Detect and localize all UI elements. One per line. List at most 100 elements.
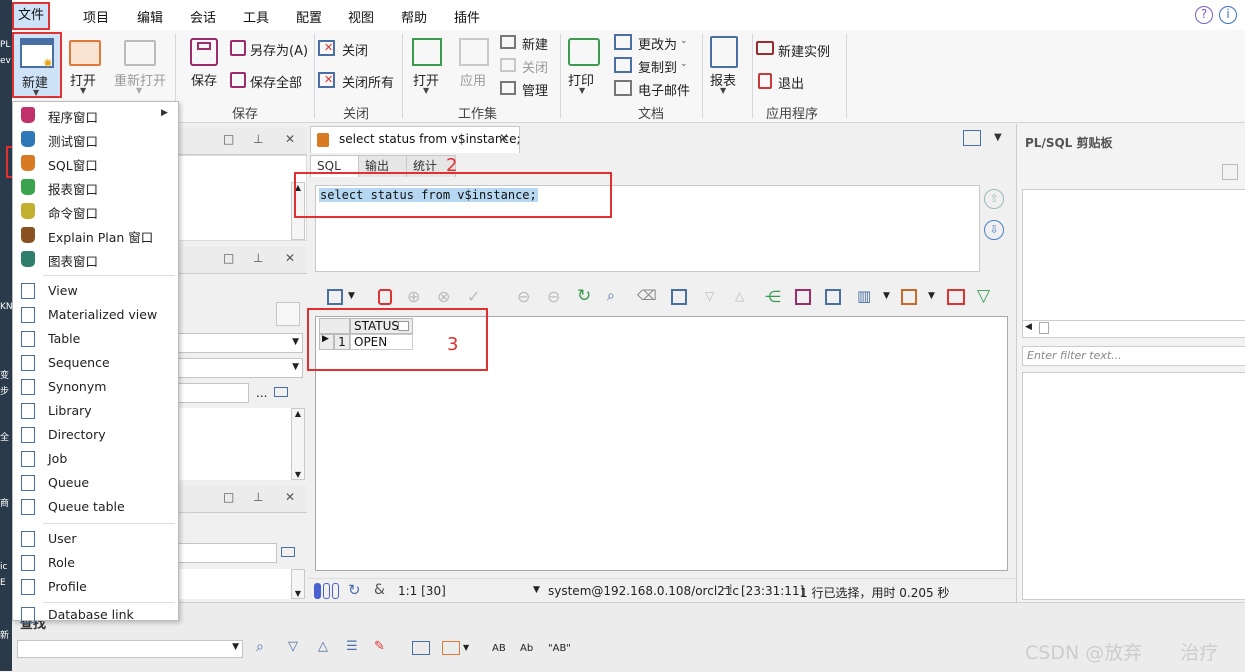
binoculars-icon[interactable]: ⌕: [607, 288, 615, 304]
sql-document-tab[interactable]: select status from v$instance; ✕: [310, 126, 521, 153]
menu-item-explain-plan[interactable]: Explain Plan 窗口: [13, 224, 176, 246]
menu-file[interactable]: 文件: [12, 2, 51, 30]
pin-icon[interactable]: ⊥: [253, 490, 263, 504]
menu-item-job[interactable]: Job: [13, 448, 176, 470]
connection-info[interactable]: system@192.168.0.108/orcl21c: [548, 584, 739, 598]
close-icon[interactable]: ✕: [285, 251, 295, 265]
link-icon[interactable]: ⋲: [765, 287, 781, 306]
menu-tools[interactable]: 工具: [243, 7, 269, 26]
menu-item-test-window[interactable]: 测试窗口: [13, 128, 176, 150]
change-to-button[interactable]: 更改为 ⌄: [614, 32, 696, 53]
menu-item-command-window[interactable]: 命令窗口: [13, 200, 176, 222]
workspace-new-button[interactable]: 新建: [500, 32, 560, 53]
refresh-icon[interactable]: ↻: [348, 581, 361, 599]
find-window-icon[interactable]: [412, 641, 430, 655]
chevron-down-icon[interactable]: ▼: [463, 643, 469, 652]
menu-item-materialized-view[interactable]: Materialized view: [13, 304, 176, 326]
binoculars-icon[interactable]: ⌕: [256, 639, 264, 655]
menu-item-view[interactable]: View: [13, 280, 176, 302]
menu-item-directory[interactable]: Directory: [13, 424, 176, 446]
pin-icon[interactable]: ⊥: [253, 251, 263, 265]
close-button[interactable]: ✕ 关闭: [318, 38, 398, 59]
filter-input[interactable]: Enter filter text...: [1022, 346, 1245, 366]
help-icon[interactable]: ?: [1195, 6, 1213, 24]
bar-chart-icon[interactable]: ▥: [857, 287, 871, 305]
ampersand-icon[interactable]: &: [374, 582, 385, 598]
menu-item-chart-window[interactable]: 图表窗口: [13, 248, 176, 270]
chevron-down-icon[interactable]: ▼: [928, 291, 935, 301]
menu-item-database-link[interactable]: Database link: [13, 604, 176, 626]
pivot-icon[interactable]: [901, 289, 917, 305]
refresh-icon[interactable]: ↻: [577, 286, 591, 306]
vertical-scrollbar[interactable]: ▲ ▼: [291, 408, 305, 480]
menu-item-sql-window[interactable]: SQL窗口: [13, 152, 176, 174]
menu-project[interactable]: 项目: [83, 7, 109, 26]
tab-close-icon[interactable]: ✕: [499, 131, 509, 145]
report-button[interactable]: 报表 ▼: [706, 32, 746, 98]
single-record-icon[interactable]: [671, 289, 687, 305]
chevron-down-icon[interactable]: ▼: [533, 585, 540, 595]
workspace-close-button[interactable]: 关闭: [500, 55, 560, 76]
post-changes-icon[interactable]: ✓: [467, 287, 480, 306]
window-list-icon[interactable]: [963, 130, 981, 146]
menu-plugins[interactable]: 插件: [454, 7, 480, 26]
find-bar-input[interactable]: ▼: [17, 640, 243, 658]
export-icon[interactable]: [795, 289, 811, 305]
chevron-down-icon[interactable]: ▼: [883, 291, 890, 301]
menu-item-library[interactable]: Library: [13, 400, 176, 422]
open-button[interactable]: 打开 ▼: [64, 32, 108, 98]
chevron-down-icon[interactable]: ▼: [348, 291, 355, 301]
filter-icon[interactable]: ▽: [977, 286, 990, 306]
restore-icon[interactable]: □: [223, 132, 234, 146]
menu-help[interactable]: 帮助: [401, 7, 427, 26]
menu-item-synonym[interactable]: Synonym: [13, 376, 176, 398]
close-icon[interactable]: ✕: [285, 490, 295, 504]
horizontal-scrollbar[interactable]: ◀: [1022, 320, 1245, 338]
menu-item-queue[interactable]: Queue: [13, 472, 176, 494]
add-row-icon[interactable]: ⊕: [407, 287, 420, 306]
find-previous-icon[interactable]: △: [318, 639, 328, 654]
more-options-button[interactable]: ...: [256, 386, 267, 400]
clear-highlight-icon[interactable]: ✎: [374, 639, 385, 654]
menu-item-user[interactable]: User: [13, 528, 176, 550]
print-button[interactable]: 打印 ▼: [564, 32, 606, 98]
menu-session[interactable]: 会话: [190, 7, 216, 26]
workspace-open-button[interactable]: 打开 ▼: [408, 32, 448, 98]
menu-item-program-window[interactable]: 程序窗口 ▶: [13, 104, 176, 126]
search-window-icon[interactable]: [281, 547, 295, 557]
restore-icon[interactable]: □: [223, 490, 234, 504]
search-window-icon[interactable]: [274, 387, 288, 397]
panel-button[interactable]: [276, 302, 300, 326]
menu-config[interactable]: 配置: [296, 7, 322, 26]
new-button[interactable]: ✷ 新建 ▼: [12, 32, 62, 98]
whole-word-icon[interactable]: "AB": [548, 643, 571, 654]
workspace-apply-button[interactable]: 应用: [455, 32, 495, 98]
lock-icon[interactable]: [378, 289, 392, 305]
email-button[interactable]: 电子邮件: [614, 78, 702, 99]
menu-item-queue-table[interactable]: Queue table: [13, 496, 176, 518]
find-next-icon[interactable]: ▽: [288, 639, 298, 654]
chevron-down-icon[interactable]: ▼: [994, 132, 1002, 143]
type-select[interactable]: ▼: [177, 358, 303, 378]
fetch-next-icon[interactable]: ⊖: [517, 287, 530, 306]
exit-button[interactable]: 退出: [756, 71, 826, 92]
table-view-icon[interactable]: [947, 289, 965, 305]
find-folder-icon[interactable]: [442, 641, 460, 655]
save-all-button[interactable]: 保存全部: [230, 70, 322, 91]
fetch-last-icon[interactable]: ⊖: [547, 287, 560, 306]
menu-item-profile[interactable]: Profile: [13, 576, 176, 598]
menu-edit[interactable]: 编辑: [137, 7, 163, 26]
name-input[interactable]: [177, 383, 249, 403]
new-instance-button[interactable]: 新建实例: [756, 39, 846, 60]
owner-select[interactable]: ▼: [177, 333, 303, 353]
vertical-scrollbar[interactable]: ▼: [291, 569, 305, 599]
menu-view[interactable]: 视图: [348, 7, 374, 26]
grid-select-icon[interactable]: [327, 289, 343, 305]
sort-desc-icon[interactable]: ▽: [705, 289, 714, 303]
arrow-down-icon[interactable]: ⇩: [984, 220, 1004, 240]
pin-icon[interactable]: ⊥: [253, 132, 263, 146]
menu-item-role[interactable]: Role: [13, 552, 176, 574]
close-icon[interactable]: ✕: [285, 132, 295, 146]
arrow-up-icon[interactable]: ⇧: [984, 189, 1004, 209]
menu-item-table[interactable]: Table: [13, 328, 176, 350]
